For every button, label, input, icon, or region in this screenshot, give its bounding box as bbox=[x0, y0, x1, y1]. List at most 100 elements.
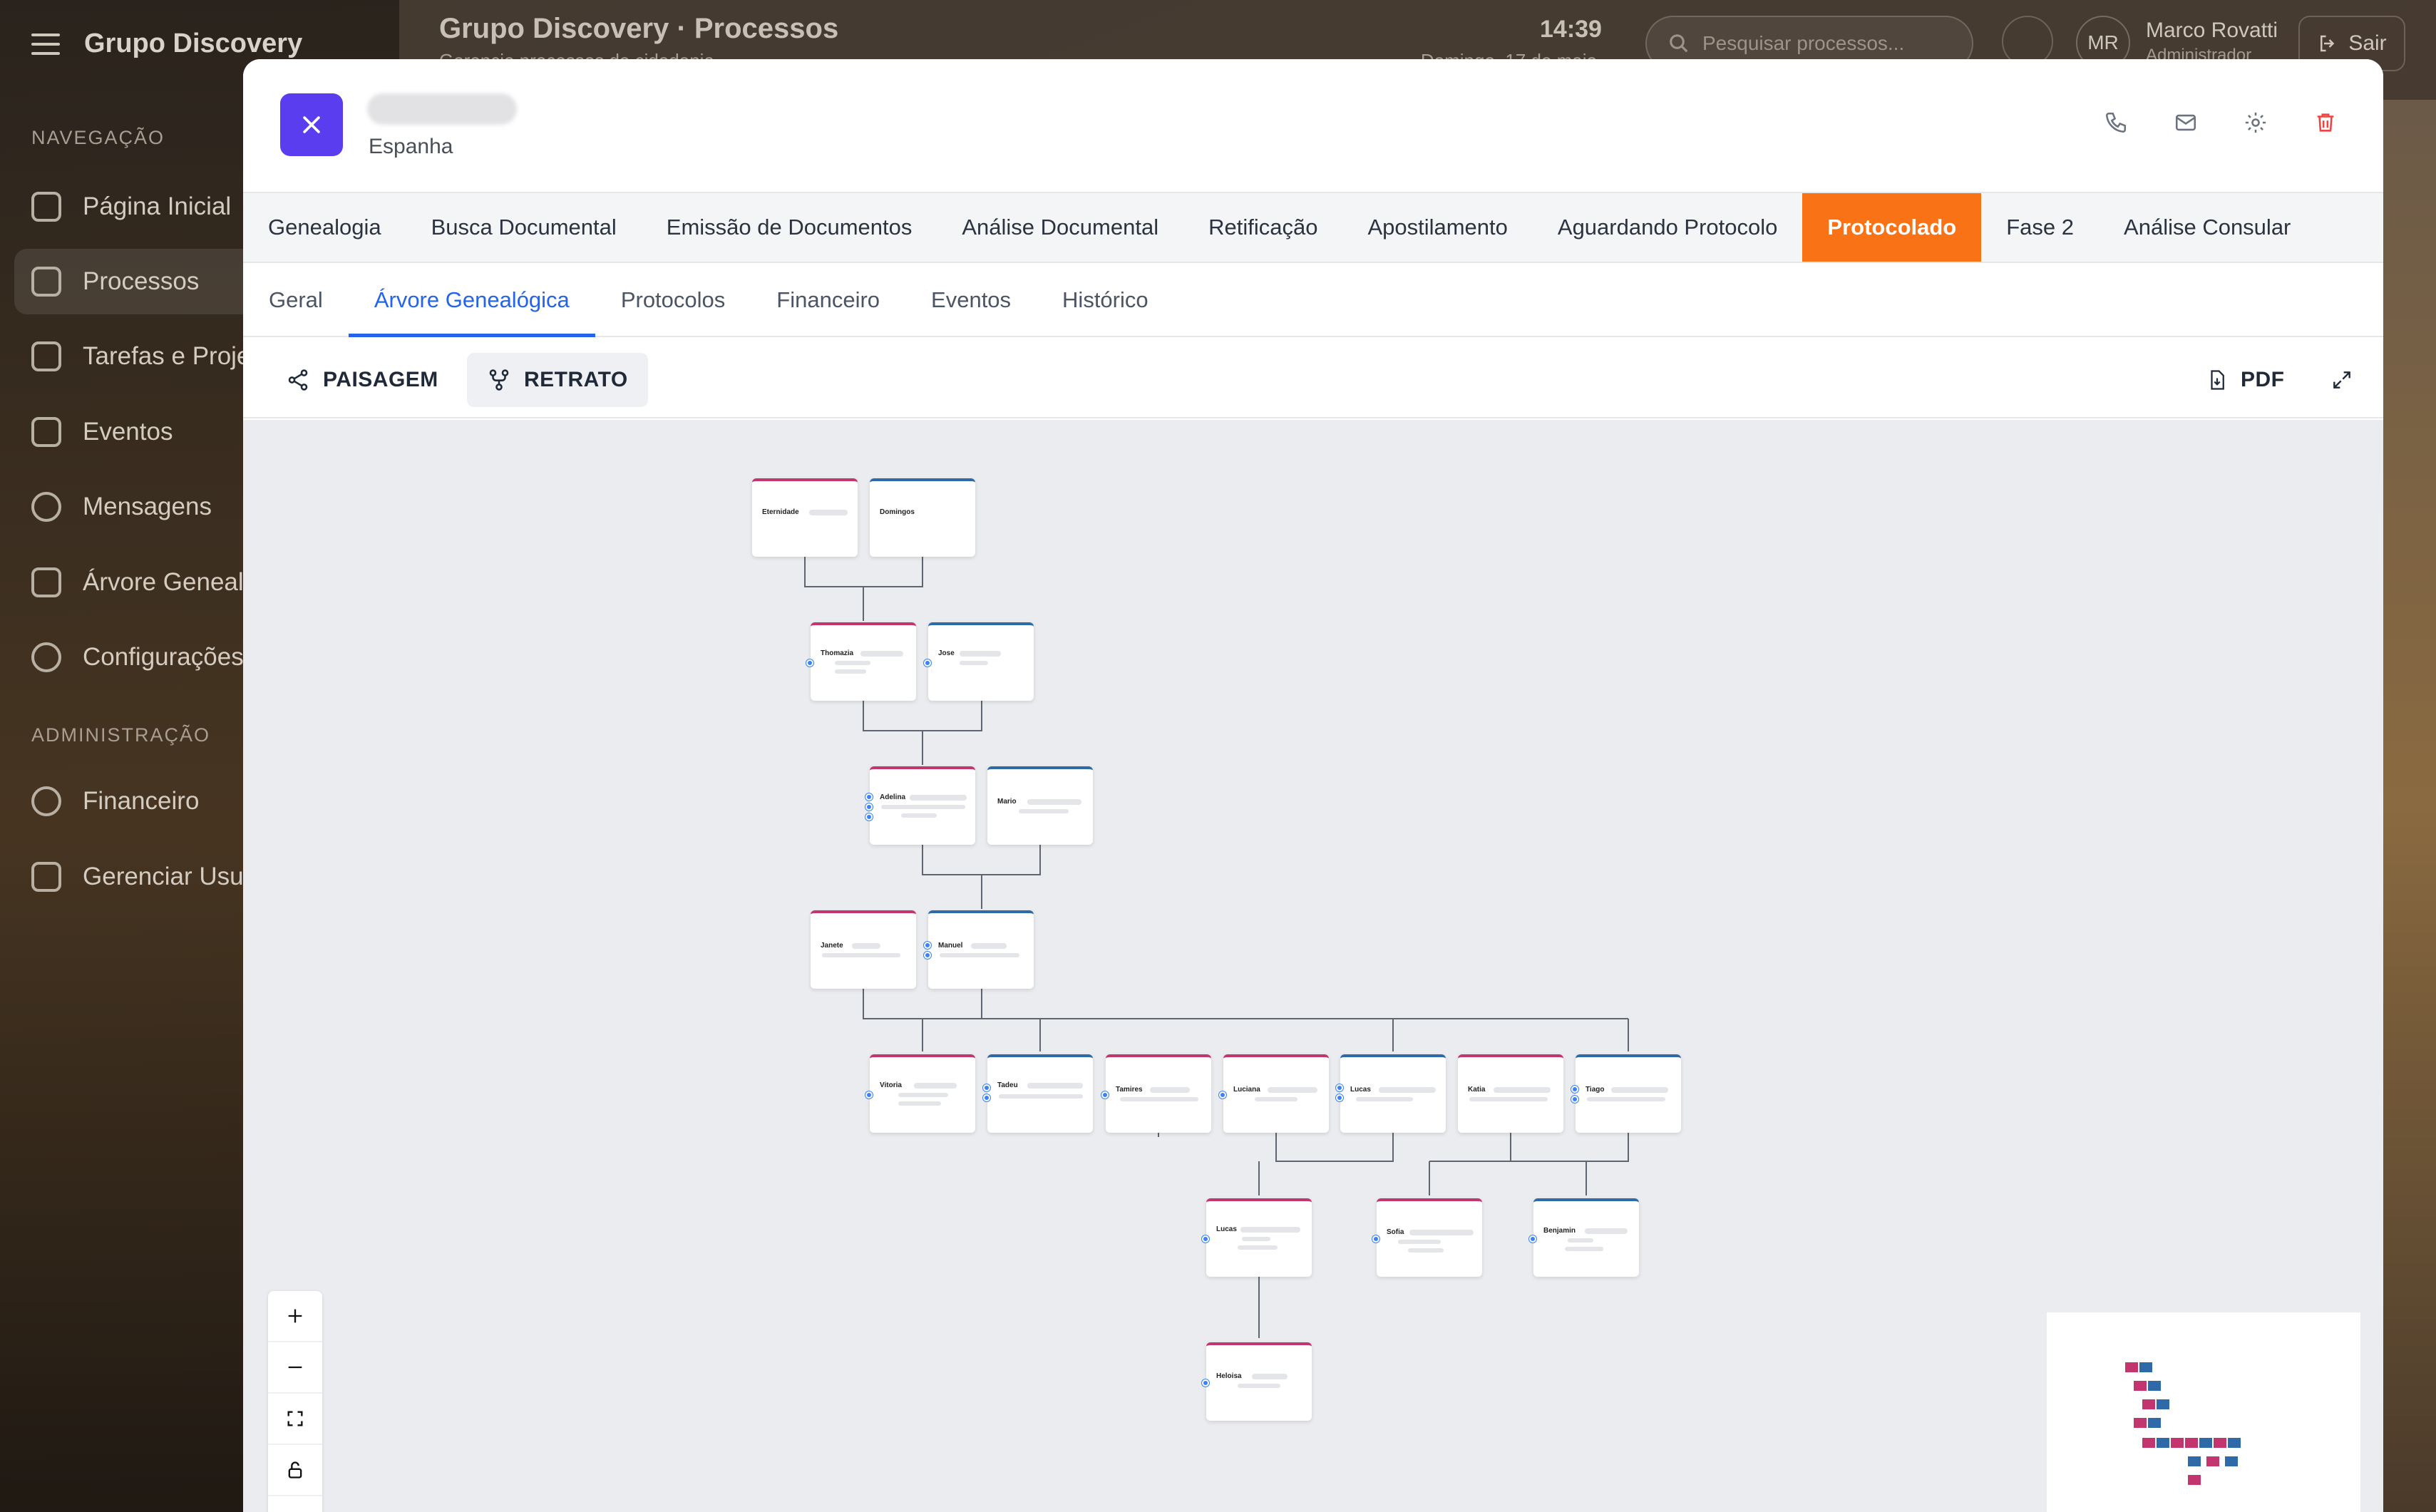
minimap-node bbox=[2185, 1438, 2198, 1448]
connector-handle[interactable] bbox=[865, 793, 873, 801]
redacted bbox=[860, 651, 903, 657]
tree-node-eternidade[interactable]: Eternidade bbox=[752, 478, 858, 557]
minimap-node bbox=[2142, 1438, 2155, 1448]
portrait-layout-button[interactable]: RETRATO bbox=[467, 353, 648, 407]
redacted bbox=[1242, 1237, 1270, 1241]
connector-handle[interactable] bbox=[806, 659, 813, 667]
tree-node-lucas-parent[interactable]: Lucas bbox=[1336, 1054, 1446, 1133]
mail-icon[interactable] bbox=[2168, 105, 2204, 140]
connector-handle[interactable] bbox=[865, 1091, 873, 1099]
connector-handle[interactable] bbox=[865, 813, 873, 821]
connector-handle[interactable] bbox=[983, 1084, 990, 1091]
tab-arvore-genealogica[interactable]: Árvore Genealógica bbox=[348, 264, 595, 337]
minimap-node bbox=[2225, 1456, 2238, 1466]
landscape-layout-button[interactable]: PAISAGEM bbox=[266, 353, 458, 407]
tree-node-tamires[interactable]: Tamires bbox=[1101, 1054, 1211, 1133]
redacted bbox=[1238, 1384, 1280, 1388]
redacted bbox=[822, 953, 900, 957]
pdf-export-button[interactable]: PDF bbox=[2186, 353, 2305, 407]
connector-handle[interactable] bbox=[1529, 1235, 1536, 1243]
connector-handle[interactable] bbox=[1202, 1379, 1209, 1387]
tree-node-katia[interactable]: Katia bbox=[1458, 1054, 1563, 1133]
tab-protocolado[interactable]: Protocolado bbox=[1802, 193, 1982, 262]
tab-historico[interactable]: Histórico bbox=[1037, 264, 1174, 336]
connector-handle[interactable] bbox=[1202, 1235, 1209, 1243]
fit-view-button[interactable] bbox=[268, 1394, 322, 1445]
node-name: Benjamin bbox=[1543, 1227, 1576, 1235]
user-name: Marco Rovatti bbox=[2146, 19, 2278, 42]
gear-icon[interactable] bbox=[2238, 105, 2273, 140]
tree-node-mario[interactable]: Mario bbox=[987, 766, 1093, 845]
refresh-button[interactable] bbox=[268, 1496, 322, 1512]
connector-handle[interactable] bbox=[924, 659, 931, 667]
redacted bbox=[852, 943, 880, 949]
node-name: Tiago bbox=[1586, 1086, 1605, 1094]
redacted bbox=[940, 953, 1019, 957]
node-name: Mario bbox=[997, 798, 1017, 806]
connector-handle[interactable] bbox=[865, 803, 873, 811]
close-button[interactable] bbox=[280, 93, 343, 156]
tree-node-vitoria[interactable]: Vitoria bbox=[865, 1054, 975, 1133]
landscape-label: PAISAGEM bbox=[323, 368, 438, 391]
connector-handle[interactable] bbox=[1336, 1084, 1343, 1091]
connector-handle[interactable] bbox=[1372, 1235, 1379, 1243]
tab-financeiro[interactable]: Financeiro bbox=[751, 264, 905, 336]
connector-handle[interactable] bbox=[1219, 1091, 1226, 1099]
node-name: Vitoria bbox=[880, 1081, 902, 1089]
tree-node-adelina[interactable]: Adelina bbox=[865, 766, 975, 845]
minimap-node bbox=[2188, 1475, 2201, 1485]
tab-eventos[interactable]: Eventos bbox=[905, 264, 1037, 336]
tab-aguardando-protocolo[interactable]: Aguardando Protocolo bbox=[1533, 193, 1803, 262]
background-photo bbox=[2383, 100, 2436, 1512]
minimap-node bbox=[2206, 1456, 2219, 1466]
tree-node-thomazia[interactable]: Thomazia bbox=[806, 622, 916, 701]
zoom-out-button[interactable] bbox=[268, 1342, 322, 1394]
lock-button[interactable] bbox=[268, 1445, 322, 1496]
connector-handle[interactable] bbox=[1336, 1094, 1343, 1101]
zoom-in-button[interactable] bbox=[268, 1291, 322, 1342]
node-name: Eternidade bbox=[762, 508, 799, 516]
plus-icon bbox=[288, 1309, 302, 1323]
tree-node-tadeu[interactable]: Tadeu bbox=[983, 1054, 1093, 1133]
tab-genealogia[interactable]: Genealogia bbox=[243, 193, 406, 262]
tab-retificacao[interactable]: Retificação bbox=[1183, 193, 1342, 262]
redacted bbox=[1398, 1240, 1441, 1244]
connector-handle[interactable] bbox=[1571, 1086, 1578, 1093]
redacted bbox=[835, 669, 866, 674]
redacted bbox=[1019, 809, 1069, 813]
tab-fase-2[interactable]: Fase 2 bbox=[1981, 193, 2099, 262]
redacted bbox=[910, 795, 967, 801]
tree-node-manuel[interactable]: Manuel bbox=[924, 910, 1034, 989]
connector-handle[interactable] bbox=[983, 1094, 990, 1101]
connector-handle[interactable] bbox=[924, 952, 931, 959]
tab-apostilamento[interactable]: Apostilamento bbox=[1342, 193, 1532, 262]
phone-icon[interactable] bbox=[2098, 105, 2134, 140]
trash-icon[interactable] bbox=[2308, 105, 2343, 140]
tab-protocolos[interactable]: Protocolos bbox=[595, 264, 751, 336]
tab-emissao-documentos[interactable]: Emissão de Documentos bbox=[642, 193, 937, 262]
tree-node-heloisa[interactable]: Heloisa bbox=[1202, 1342, 1312, 1421]
fullscreen-button[interactable] bbox=[2311, 353, 2373, 407]
connector-handle[interactable] bbox=[1101, 1091, 1109, 1099]
tab-analise-consular[interactable]: Análise Consular bbox=[2099, 193, 2316, 262]
sidebar-item-label: Gerenciar Usua bbox=[83, 863, 258, 890]
tree-node-sofia[interactable]: Sofia bbox=[1372, 1198, 1482, 1277]
tree-node-benjamin[interactable]: Benjamin bbox=[1529, 1198, 1639, 1277]
tree-node-janete[interactable]: Janete bbox=[811, 910, 916, 989]
tab-busca-documental[interactable]: Busca Documental bbox=[406, 193, 642, 262]
tab-geral[interactable]: Geral bbox=[243, 264, 349, 336]
connector-handle[interactable] bbox=[1571, 1096, 1578, 1103]
tree-node-tiago[interactable]: Tiago bbox=[1571, 1054, 1681, 1133]
connector-handle[interactable] bbox=[924, 942, 931, 949]
tree-node-luciana[interactable]: Luciana bbox=[1219, 1054, 1329, 1133]
search-icon bbox=[1670, 34, 1688, 53]
node-name: Janete bbox=[821, 942, 843, 950]
tab-analise-documental[interactable]: Análise Documental bbox=[937, 193, 1183, 262]
minimap[interactable] bbox=[2047, 1312, 2360, 1512]
tree-canvas[interactable]: Eternidade Domingos Thomazia Jose Adelin… bbox=[243, 420, 2383, 1512]
menu-icon[interactable] bbox=[31, 33, 60, 55]
page-title: Grupo Discovery · Processos bbox=[439, 13, 839, 44]
tree-node-domingos[interactable]: Domingos bbox=[870, 478, 975, 557]
tree-node-jose[interactable]: Jose bbox=[924, 622, 1034, 701]
tree-node-lucas-child[interactable]: Lucas bbox=[1202, 1198, 1312, 1277]
